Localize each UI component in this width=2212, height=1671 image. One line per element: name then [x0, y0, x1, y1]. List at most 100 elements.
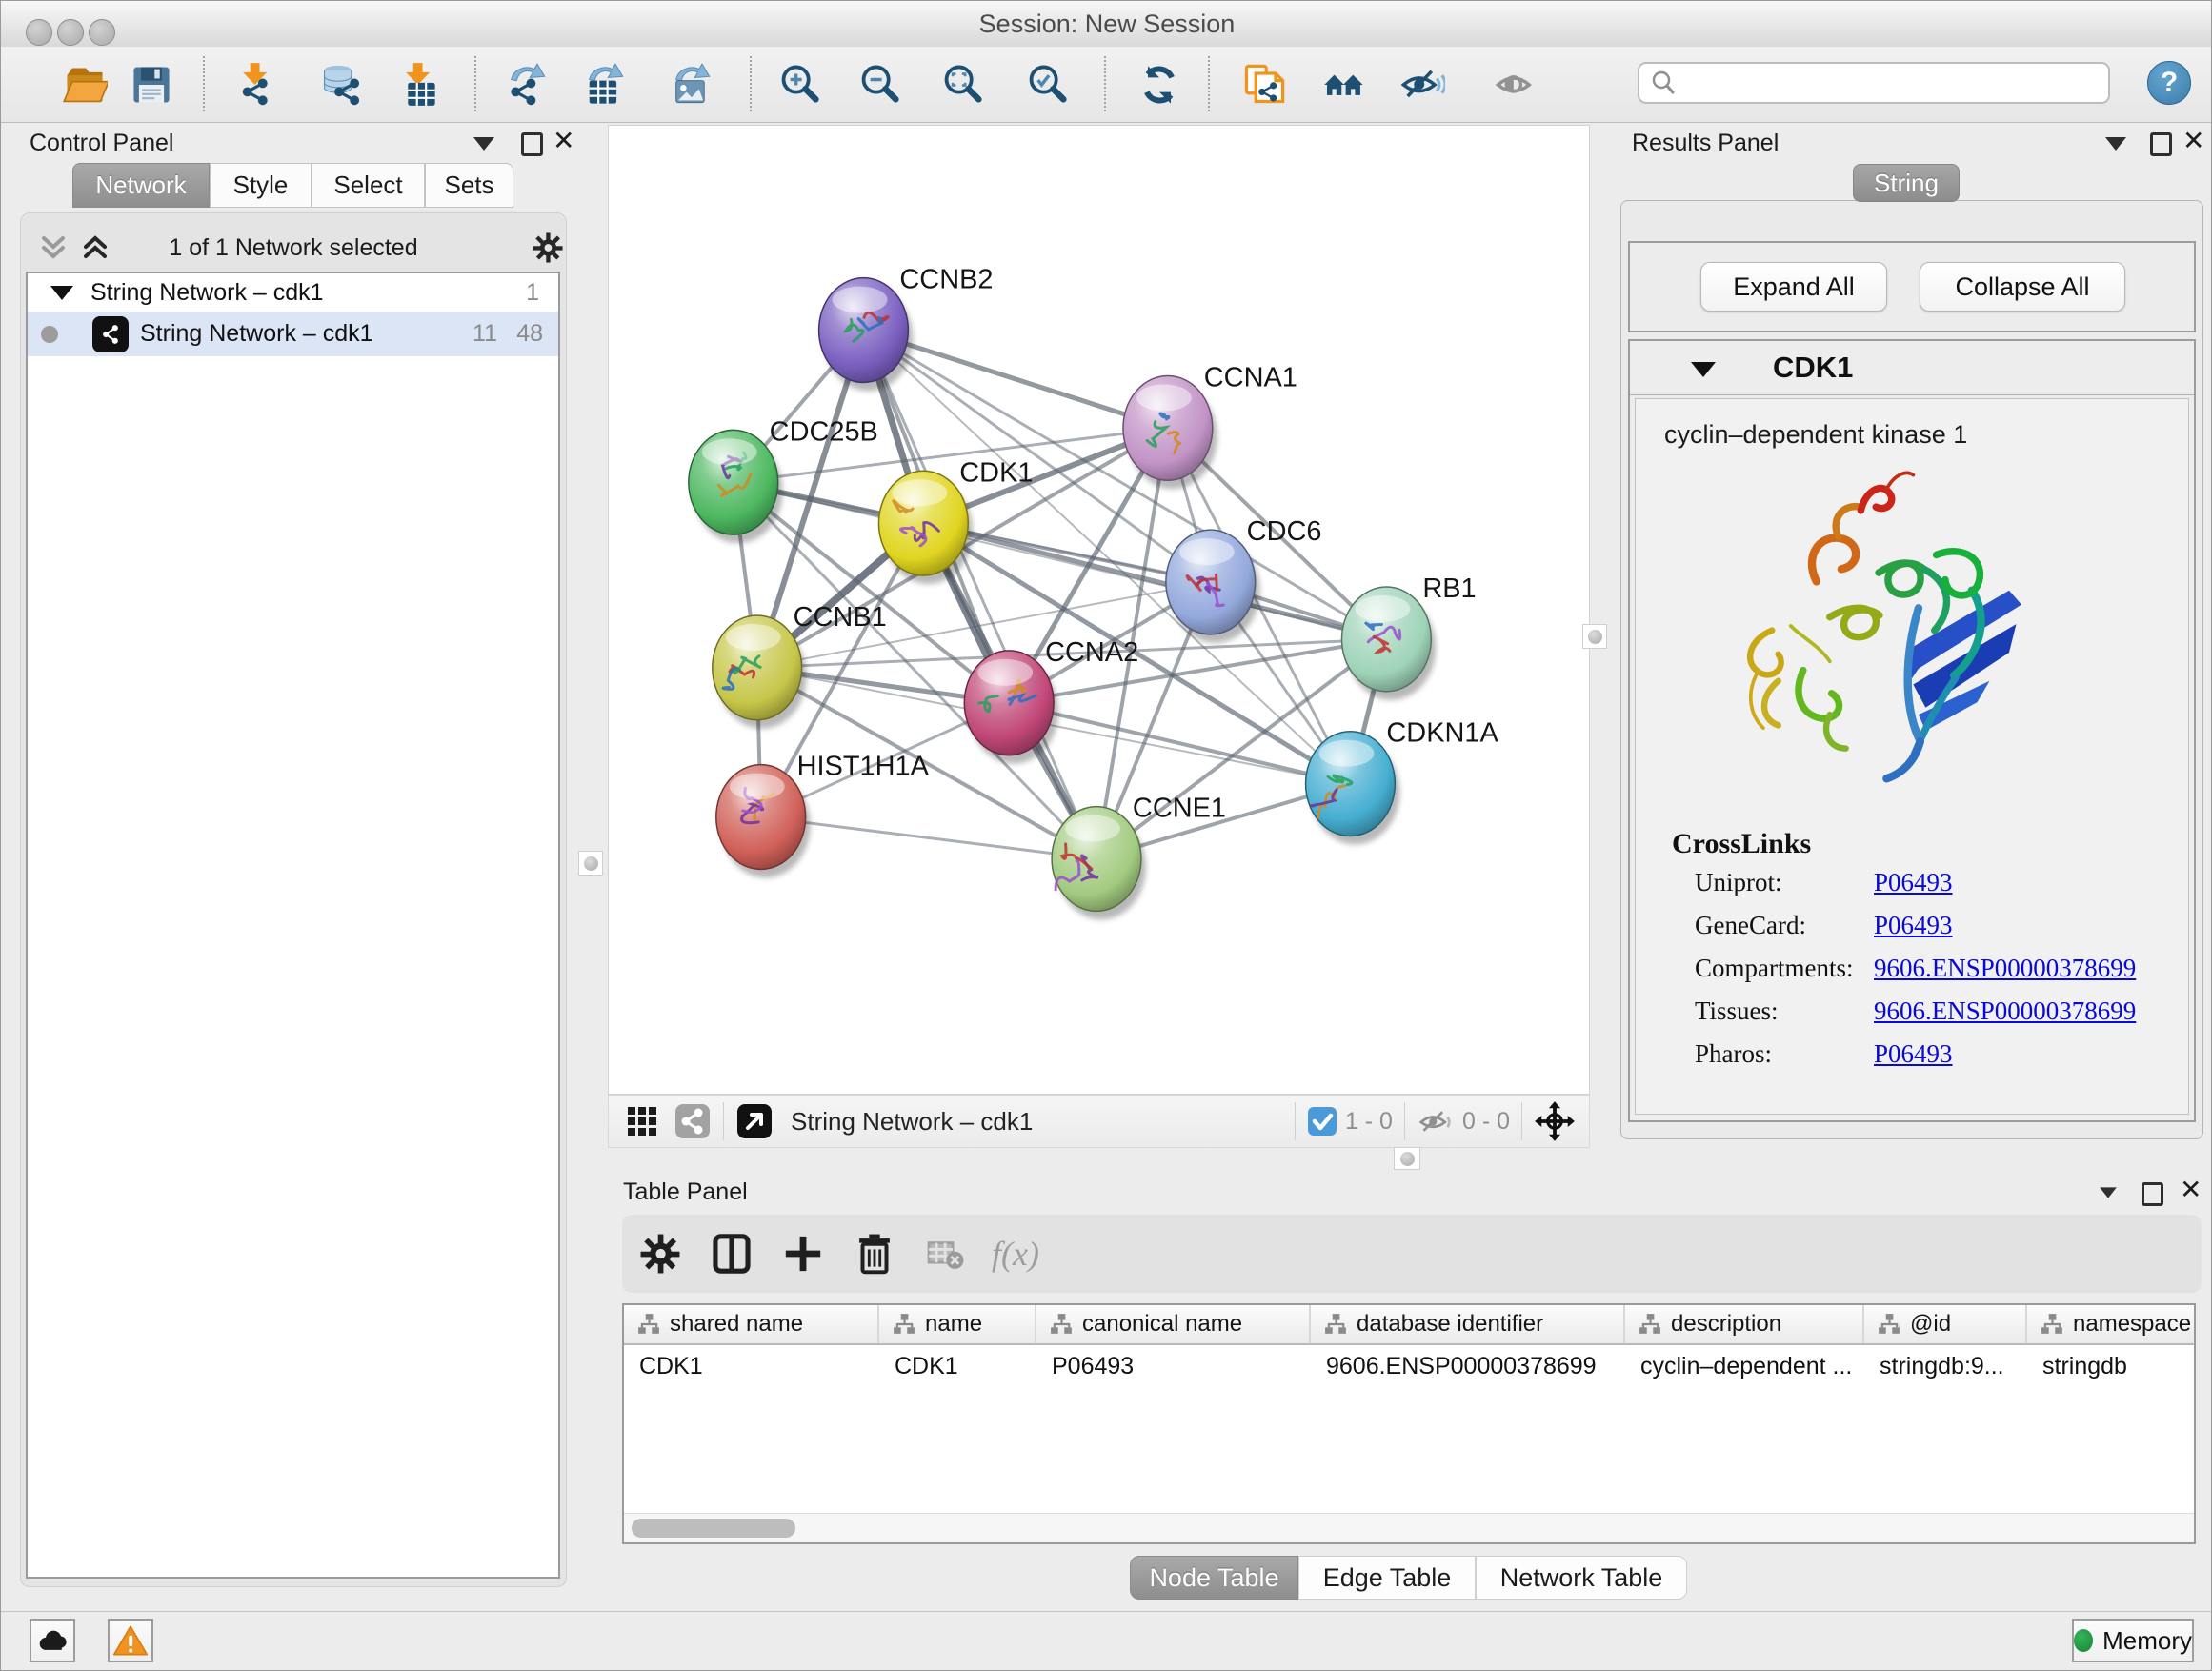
- gear-icon[interactable]: [530, 230, 566, 266]
- table-cell[interactable]: stringdb:9...: [1864, 1345, 2027, 1387]
- save-session-icon[interactable]: [129, 62, 174, 108]
- table-cell[interactable]: cyclin–dependent ...: [1625, 1345, 1864, 1387]
- delete-column-icon[interactable]: [851, 1230, 898, 1278]
- panel-float-icon[interactable]: [521, 132, 543, 156]
- refresh-icon[interactable]: [1136, 62, 1182, 108]
- column-header-namespace[interactable]: namespace: [2027, 1305, 2196, 1343]
- edge-count: 48: [497, 320, 543, 348]
- cloud-button[interactable]: [30, 1619, 75, 1662]
- table-cell[interactable]: 9606.ENSP00000378699: [1311, 1345, 1625, 1387]
- node-label-CDK1: CDK1: [959, 457, 1033, 488]
- table-cell[interactable]: P06493: [1036, 1345, 1311, 1387]
- scrollbar-thumb[interactable]: [632, 1519, 795, 1538]
- network-list: String Network – cdk1 1 String Network –…: [26, 272, 560, 1579]
- panel-menu-icon[interactable]: [473, 137, 494, 151]
- delete-table-icon[interactable]: [920, 1230, 968, 1278]
- collapse-caret-icon[interactable]: [1691, 362, 1716, 377]
- hidden-eye-icon[interactable]: [1417, 1105, 1455, 1137]
- column-header-description[interactable]: description: [1625, 1305, 1864, 1343]
- splitter-bottom[interactable]: [1394, 1147, 1420, 1170]
- zoom-out-icon[interactable]: [857, 62, 903, 108]
- panel-menu-icon[interactable]: [2105, 137, 2126, 151]
- open-session-icon[interactable]: [62, 62, 108, 108]
- share-network-icon[interactable]: [674, 1102, 712, 1140]
- expand-caret-icon[interactable]: [50, 286, 73, 300]
- collapse-all-button[interactable]: Collapse All: [1920, 262, 2125, 312]
- node-gloss: [1319, 740, 1375, 767]
- export-table-icon[interactable]: [581, 62, 627, 108]
- crosslink-row: Tissues: 9606.ENSP00000378699: [1636, 997, 2188, 1039]
- crosslink-link[interactable]: 9606.ENSP00000378699: [1874, 954, 2136, 983]
- function-builder-icon[interactable]: f(x): [973, 1230, 1058, 1278]
- crosslink-link[interactable]: P06493: [1874, 911, 1953, 940]
- warning-button[interactable]: [108, 1619, 153, 1662]
- zoom-fit-icon[interactable]: [940, 62, 986, 108]
- panel-menu-icon[interactable]: [2100, 1187, 2117, 1198]
- table-row[interactable]: CDK1CDK1P064939606.ENSP00000378699cyclin…: [624, 1345, 2194, 1387]
- panel-close-icon[interactable]: ✕: [2182, 130, 2204, 152]
- crosslink-link[interactable]: 9606.ENSP00000378699: [1874, 997, 2136, 1026]
- node-gloss: [726, 624, 781, 651]
- tab-node-table[interactable]: Node Table: [1130, 1556, 1298, 1600]
- crosslink-link[interactable]: P06493: [1874, 1039, 1953, 1069]
- network-graph[interactable]: CCNB2CCNA1CDC25BCDK1CDC6RB1CCNB1CCNA2CDK…: [609, 126, 1589, 1094]
- tab-string[interactable]: String: [1853, 164, 1960, 202]
- column-header-canonicalname[interactable]: canonical name: [1036, 1305, 1311, 1343]
- crosslink-link[interactable]: P06493: [1874, 868, 1953, 897]
- panel-close-icon[interactable]: ✕: [553, 130, 574, 152]
- expand-all-button[interactable]: Expand All: [1700, 262, 1887, 312]
- add-column-icon[interactable]: [779, 1230, 827, 1278]
- hide-selected-icon[interactable]: [1399, 62, 1445, 108]
- network-canvas[interactable]: CCNB2CCNA1CDC25BCDK1CDC6RB1CCNB1CCNA2CDK…: [608, 125, 1590, 1095]
- tab-edge-table[interactable]: Edge Table: [1298, 1556, 1476, 1600]
- split-columns-icon[interactable]: [708, 1230, 755, 1278]
- export-network-icon[interactable]: [503, 62, 549, 108]
- clone-network-icon[interactable]: [1241, 62, 1287, 108]
- tab-select[interactable]: Select: [312, 163, 425, 208]
- edge-HIST1H1A-CCNE1[interactable]: [761, 817, 1096, 859]
- tab-network-table[interactable]: Network Table: [1476, 1556, 1687, 1600]
- network-row[interactable]: String Network – cdk1 11 48: [28, 312, 558, 356]
- birds-eye-view-icon[interactable]: [626, 1105, 658, 1137]
- tab-sets[interactable]: Sets: [425, 163, 513, 208]
- node-label-CDKN1A: CDKN1A: [1386, 718, 1498, 749]
- panel-float-icon[interactable]: [2150, 132, 2172, 156]
- import-database-icon[interactable]: [318, 62, 364, 108]
- zoom-in-icon[interactable]: [777, 62, 823, 108]
- table-toolbar: f(x): [622, 1215, 2202, 1293]
- selected-checkbox-icon[interactable]: [1307, 1106, 1337, 1137]
- horizontal-scrollbar[interactable]: [624, 1513, 2194, 1542]
- import-network-icon[interactable]: [231, 62, 276, 108]
- results-panel: Results Panel ✕ String Expand All Collap…: [1620, 122, 2212, 1149]
- column-header-name[interactable]: name: [879, 1305, 1036, 1343]
- panel-float-icon[interactable]: [2142, 1182, 2163, 1206]
- tab-network[interactable]: Network: [72, 163, 210, 208]
- node-table: shared name name canonical name database…: [622, 1303, 2196, 1544]
- move-crosshair-icon[interactable]: [1534, 1100, 1576, 1142]
- gene-card-header[interactable]: CDK1: [1630, 341, 2194, 395]
- table-cell[interactable]: CDK1: [624, 1345, 879, 1387]
- edge-CCNA2-CDKN1A[interactable]: [1009, 703, 1350, 784]
- detach-view-icon[interactable]: [735, 1102, 774, 1140]
- tab-style[interactable]: Style: [210, 163, 312, 208]
- help-button[interactable]: ?: [2147, 61, 2191, 105]
- splitter-right[interactable]: [1582, 624, 1607, 649]
- gear-icon[interactable]: [636, 1230, 684, 1278]
- memory-button[interactable]: Memory: [2072, 1619, 2194, 1662]
- zoom-selected-icon[interactable]: [1025, 62, 1071, 108]
- export-image-icon[interactable]: [668, 62, 714, 108]
- table-cell[interactable]: stringdb: [2027, 1345, 2196, 1387]
- network-collection-row[interactable]: String Network – cdk1 1: [28, 273, 558, 312]
- splitter-left[interactable]: [578, 851, 603, 876]
- node-label-HIST1H1A: HIST1H1A: [797, 752, 930, 782]
- import-table-icon[interactable]: [393, 62, 439, 108]
- panel-close-icon[interactable]: ✕: [2180, 1178, 2202, 1201]
- table-cell[interactable]: CDK1: [879, 1345, 1036, 1387]
- search-input[interactable]: [1638, 62, 2110, 104]
- column-header-sharedname[interactable]: shared name: [624, 1305, 879, 1343]
- show-all-icon[interactable]: [1493, 62, 1538, 108]
- column-header-databaseidentifier[interactable]: database identifier: [1311, 1305, 1625, 1343]
- column-header-id[interactable]: @id: [1864, 1305, 2027, 1343]
- table-panel: Table Panel ✕: [608, 1171, 2212, 1609]
- home-icon[interactable]: [1321, 62, 1367, 108]
